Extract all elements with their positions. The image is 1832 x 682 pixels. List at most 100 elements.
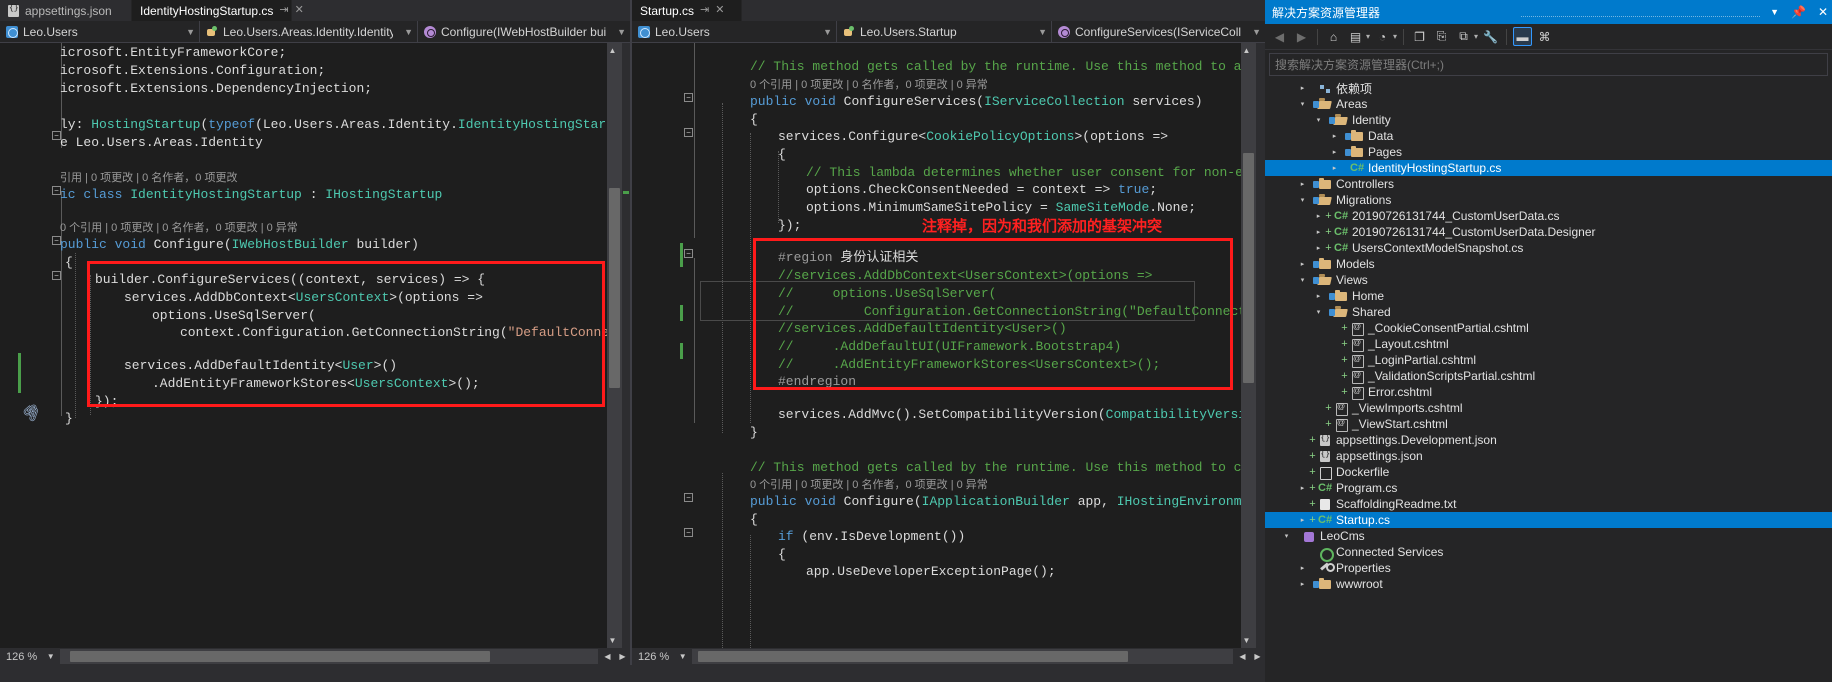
chevron-right-icon[interactable]: ▸ — [1313, 292, 1324, 300]
chevron-right-icon[interactable]: ▸ — [1297, 484, 1308, 492]
tree-item-appsettings-json[interactable]: + appsettings.json — [1265, 448, 1832, 464]
chevron-down-icon[interactable]: ▾ — [1297, 100, 1308, 108]
chevron-down-icon[interactable]: ▾ — [1297, 196, 1308, 204]
right-horizontal-scrollbar[interactable] — [692, 649, 1233, 664]
tab-startup-cs[interactable]: Startup.cs ⇥ ✕ — [632, 0, 742, 21]
pin-icon[interactable]: ⇥ — [700, 5, 709, 16]
scroll-right-icon[interactable]: ▶ — [1250, 649, 1265, 664]
new-folder-icon[interactable]: ▤ — [1346, 27, 1365, 46]
nav-member-dropdown[interactable]: ConfigureServices(IServiceCollection ▼ — [1052, 21, 1265, 43]
tree-item-cookieconsentpartial-cshtml[interactable]: + _CookieConsentPartial.cshtml — [1265, 320, 1832, 336]
chevron-right-icon[interactable]: ▸ — [1297, 84, 1308, 92]
tree-item-userscontextmodelsnapshot-cs[interactable]: ▸ + C# UsersContextModelSnapshot.cs — [1265, 240, 1832, 256]
tree-item-pages[interactable]: ▸ Pages — [1265, 144, 1832, 160]
nav-type-dropdown[interactable]: Leo.Users.Startup ▼ — [837, 20, 1052, 43]
solution-search-box[interactable]: 搜索解决方案资源管理器(Ctrl+;) — [1269, 53, 1828, 76]
tree-item-dockerfile[interactable]: + Dockerfile — [1265, 464, 1832, 480]
tree-item-connected-services[interactable]: Connected Services — [1265, 544, 1832, 562]
pin-icon[interactable]: ⇥ — [279, 5, 288, 16]
scroll-up-icon[interactable]: ▲ — [605, 43, 620, 58]
right-hscroll-thumb[interactable] — [698, 651, 1129, 662]
tree-item-20190726131744-customuserdata-cs[interactable]: ▸ + C# 20190726131744_CustomUserData.cs — [1265, 208, 1832, 224]
forward-icon[interactable]: ▶ — [1292, 27, 1311, 46]
chevron-right-icon[interactable]: ▸ — [1329, 148, 1340, 156]
right-code-surface[interactable]: ≑ − − − − − // This method gets called b… — [632, 43, 1265, 665]
tree-item-wwwroot[interactable]: ▸ wwwroot — [1265, 576, 1832, 592]
nav-member-dropdown[interactable]: Configure(IWebHostBuilder builder ▼ — [418, 21, 630, 43]
right-vertical-scrollbar[interactable]: ▲ ▼ — [1241, 43, 1256, 648]
chevron-right-icon[interactable]: ▸ — [1297, 564, 1308, 572]
scroll-left-icon[interactable]: ◀ — [1235, 649, 1250, 664]
tree-item-properties[interactable]: ▸ Properties — [1265, 560, 1832, 576]
tab-appsettings-json[interactable]: appsettings.json — [0, 0, 132, 21]
nav-type-dropdown[interactable]: Leo.Users.Areas.Identity.IdentityHo: ▼ — [200, 20, 418, 43]
chevron-right-icon[interactable]: ▸ — [1329, 164, 1340, 172]
preview-selected-items-icon[interactable]: ▬ — [1513, 27, 1533, 46]
right-vscroll-thumb[interactable] — [1243, 153, 1254, 383]
scroll-up-icon[interactable]: ▲ — [1239, 43, 1254, 58]
chevron-right-icon[interactable]: ▸ — [1297, 516, 1308, 524]
tree-item-identity[interactable]: ▾ Identity — [1265, 112, 1832, 128]
right-zoom-level[interactable]: 126 % — [632, 651, 675, 663]
tree-item-loginpartial-cshtml[interactable]: + _LoginPartial.cshtml — [1265, 352, 1832, 368]
chevron-right-icon[interactable]: ▸ — [1313, 228, 1324, 236]
scroll-down-icon[interactable]: ▼ — [1239, 633, 1254, 648]
view-class-diagram-icon[interactable]: ⌘ — [1535, 27, 1554, 46]
scroll-left-icon[interactable]: ◀ — [600, 649, 615, 664]
chevron-down-icon[interactable]: ▾ — [1474, 32, 1478, 41]
tree-item-migrations[interactable]: ▾ Migrations — [1265, 192, 1832, 208]
back-icon[interactable]: ◀ — [1270, 27, 1289, 46]
show-all-files-icon[interactable]: ⧉ — [1454, 27, 1473, 46]
tree-item-identityhostingstartup-cs[interactable]: ▸ C# IdentityHostingStartup.cs — [1265, 160, 1832, 176]
pin-icon[interactable]: 📌 — [1785, 5, 1806, 19]
left-hscroll-thumb[interactable] — [70, 651, 491, 662]
nav-project-dropdown[interactable]: Leo.Users ▼ — [0, 20, 200, 43]
nav-project-dropdown[interactable]: Leo.Users ▼ — [632, 20, 837, 43]
chevron-down-icon[interactable]: ▾ — [1366, 32, 1370, 41]
tree-item-appsettings-development-json[interactable]: + appsettings.Development.json — [1265, 432, 1832, 448]
properties-icon[interactable]: 🔧 — [1481, 27, 1500, 46]
solution-tree[interactable]: ▸ 依赖项 ▾ Areas ▾ Identity ▸ Data ▸ Pages ▸ C# Identit… — [1265, 78, 1832, 682]
tree-item-models[interactable]: ▸ Models — [1265, 256, 1832, 272]
chevron-right-icon[interactable]: ▸ — [1297, 260, 1308, 268]
zoom-caret-icon[interactable]: ▼ — [675, 649, 690, 664]
left-code-surface[interactable]: − − − − icrosoft.EntityFrameworkCore; icr… — [0, 43, 630, 665]
chevron-down-icon[interactable]: ▾ — [1313, 116, 1324, 124]
left-vertical-scrollbar[interactable]: ▲ ▼ — [607, 43, 622, 648]
left-vscroll-thumb[interactable] — [609, 188, 620, 388]
scroll-down-icon[interactable]: ▼ — [605, 633, 620, 648]
tree-item-views[interactable]: ▾ Views — [1265, 272, 1832, 288]
left-horizontal-scrollbar[interactable] — [60, 649, 598, 664]
tree-item-20190726131744-customuserdata-designer[interactable]: ▸ + C# 20190726131744_CustomUserData.Design… — [1265, 224, 1832, 240]
scroll-right-icon[interactable]: ▶ — [615, 649, 630, 664]
chevron-down-icon[interactable]: ▾ — [1297, 276, 1308, 284]
tree-item-data[interactable]: ▸ Data — [1265, 128, 1832, 144]
chevron-right-icon[interactable]: ▸ — [1297, 580, 1308, 588]
tree-item-leocms[interactable]: ▾ LeoCms — [1265, 528, 1832, 544]
chevron-down-icon[interactable]: ▾ — [1393, 32, 1397, 41]
chevron-down-icon[interactable]: ▾ — [1313, 308, 1324, 316]
chevron-right-icon[interactable]: ▸ — [1313, 212, 1324, 220]
chevron-right-icon[interactable]: ▸ — [1313, 244, 1324, 252]
tree-item-startup-cs[interactable]: ▸ + C# Startup.cs — [1265, 512, 1832, 528]
chevron-down-icon[interactable]: ▼ — [1770, 7, 1779, 17]
tree-item-viewimports-cshtml[interactable]: + _ViewImports.cshtml — [1265, 400, 1832, 416]
tree-item-layout-cshtml[interactable]: + _Layout.cshtml — [1265, 336, 1832, 352]
close-icon[interactable]: ✕ — [295, 5, 304, 16]
tree-item-viewstart-cshtml[interactable]: + _ViewStart.cshtml — [1265, 416, 1832, 432]
zoom-caret-icon[interactable]: ▼ — [43, 649, 58, 664]
tree-item-shared[interactable]: ▾ Shared — [1265, 304, 1832, 320]
tree-item-error-cshtml[interactable]: + Error.cshtml — [1265, 384, 1832, 400]
close-icon[interactable]: ✕ — [1812, 5, 1828, 19]
home-icon[interactable]: ⌂ — [1324, 27, 1343, 46]
left-zoom-level[interactable]: 126 % — [0, 651, 43, 663]
tree-item-program-cs[interactable]: ▸ + C# Program.cs — [1265, 480, 1832, 496]
close-icon[interactable]: ✕ — [715, 5, 724, 16]
tab-identityhostingstartup-cs[interactable]: IdentityHostingStartup.cs ⇥ ✕ — [132, 0, 304, 21]
tree-item-scaffoldingreadme-txt[interactable]: + ScaffoldingReadme.txt — [1265, 496, 1832, 512]
tree-item-[interactable]: ▸ 依赖项 — [1265, 80, 1832, 96]
tree-item-validationscriptspartial-cshtml[interactable]: + _ValidationScriptsPartial.cshtml — [1265, 368, 1832, 384]
chevron-right-icon[interactable]: ▸ — [1329, 132, 1340, 140]
tree-item-controllers[interactable]: ▸ Controllers — [1265, 176, 1832, 192]
tree-item-home[interactable]: ▸ Home — [1265, 288, 1832, 304]
